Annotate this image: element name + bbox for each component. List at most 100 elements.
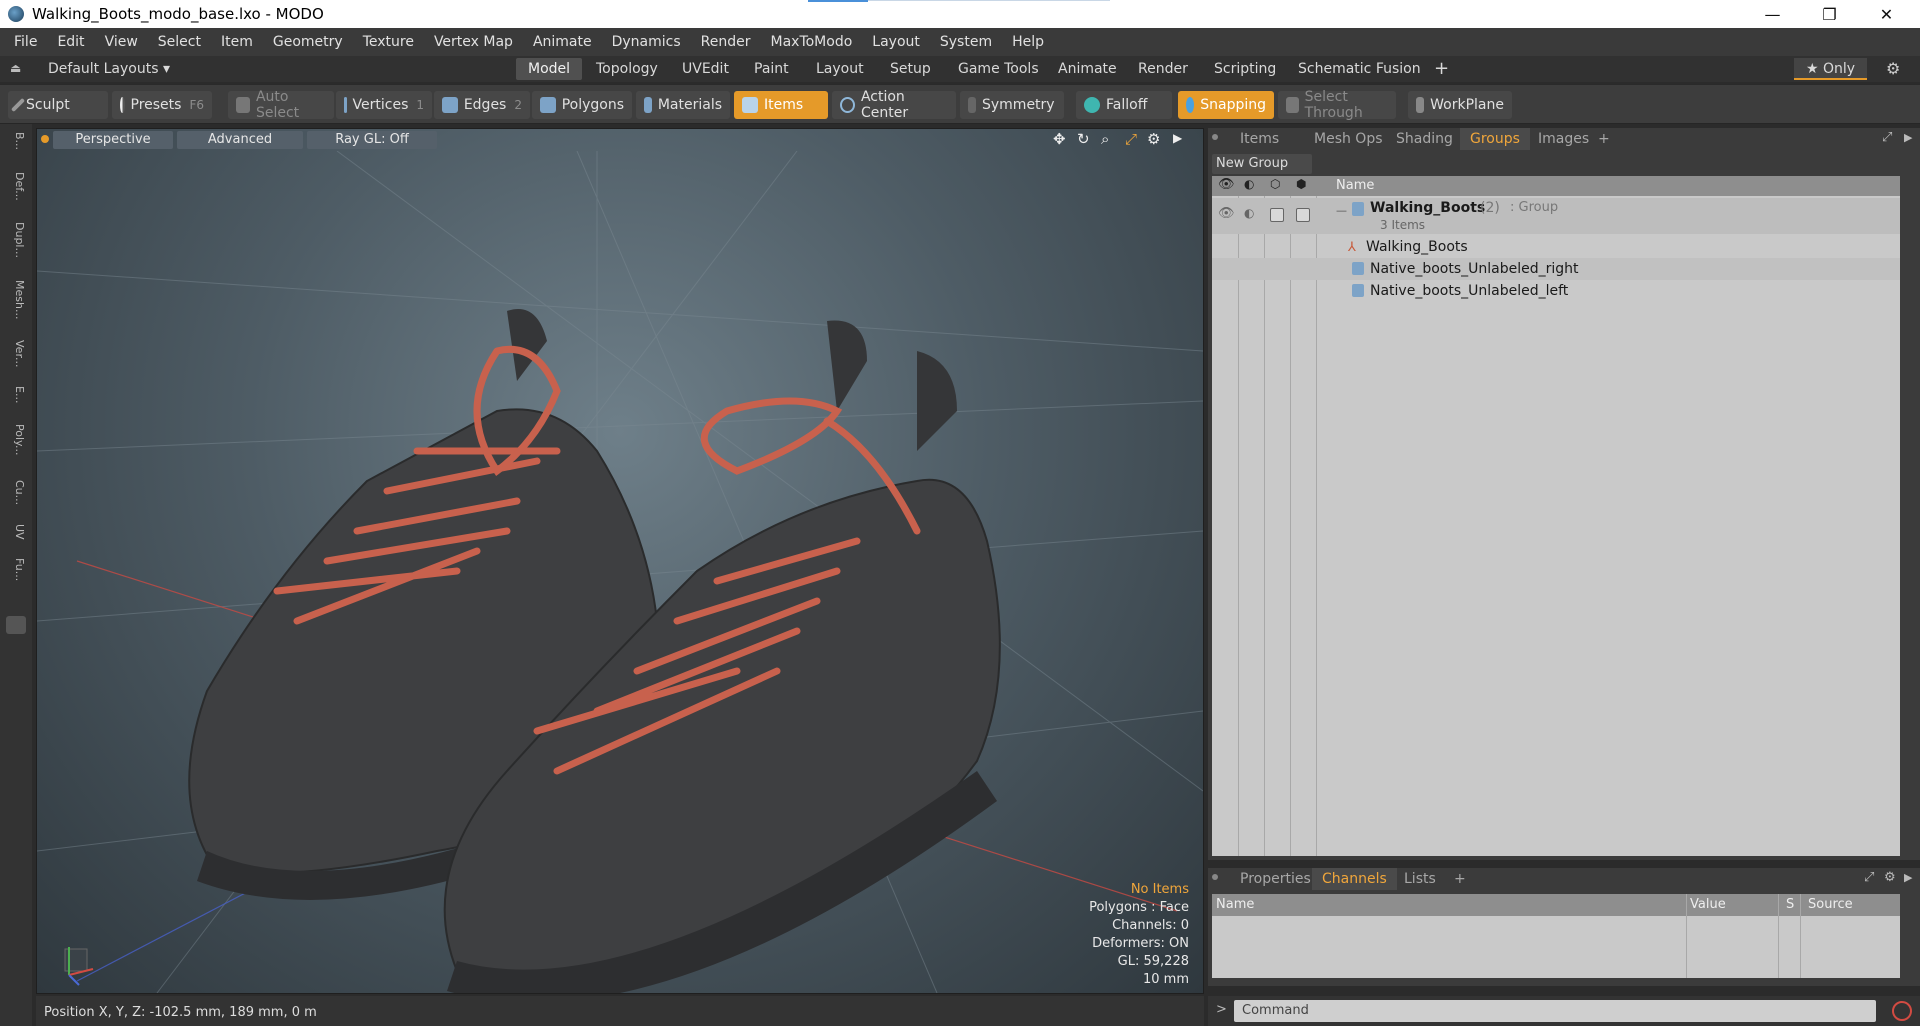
tab-schematic-fusion[interactable]: Schematic Fusion bbox=[1286, 58, 1433, 80]
zoom-icon[interactable]: ⌕ bbox=[1101, 130, 1109, 148]
tab-mesh-ops[interactable]: Mesh Ops bbox=[1304, 128, 1393, 150]
tab-animate[interactable]: Animate bbox=[1046, 58, 1129, 80]
menu-maxtomodo[interactable]: MaxToModo bbox=[771, 34, 853, 50]
only-toggle[interactable]: ★ Only bbox=[1794, 58, 1868, 80]
render-toggle-icon[interactable]: ◐ bbox=[1244, 206, 1254, 220]
strip-tab-basic[interactable]: B... bbox=[4, 132, 26, 150]
menu-edit[interactable]: Edit bbox=[57, 34, 84, 50]
items-button[interactable]: Items bbox=[734, 91, 828, 119]
workplane-button[interactable]: WorkPlane bbox=[1408, 91, 1512, 119]
select-checkbox[interactable] bbox=[1296, 208, 1310, 222]
perspective-dropdown[interactable]: Perspective bbox=[53, 131, 173, 149]
tab-items[interactable]: Items bbox=[1230, 128, 1289, 150]
vertices-button[interactable]: Vertices 1 bbox=[336, 91, 432, 119]
menu-item[interactable]: Item bbox=[221, 34, 253, 50]
default-layouts-dropdown[interactable]: Default Layouts ▾ bbox=[36, 58, 182, 80]
lock-checkbox[interactable] bbox=[1270, 208, 1284, 222]
menu-texture[interactable]: Texture bbox=[363, 34, 414, 50]
add-panel-tab-button[interactable]: + bbox=[1588, 128, 1620, 150]
tab-render[interactable]: Render bbox=[1126, 58, 1200, 80]
lock-header-icon[interactable]: ⬡ bbox=[1270, 177, 1280, 191]
auto-select-button[interactable]: Auto Select bbox=[228, 89, 334, 121]
menu-render[interactable]: Render bbox=[701, 34, 751, 50]
panel-menu-icon[interactable] bbox=[1212, 874, 1218, 880]
tab-shading[interactable]: Shading bbox=[1386, 128, 1463, 150]
strip-tab-fusion[interactable]: Fu... bbox=[4, 558, 26, 581]
menu-dynamics[interactable]: Dynamics bbox=[612, 34, 681, 50]
tab-uvedit[interactable]: UVEdit bbox=[670, 58, 741, 80]
panel-arrow-icon[interactable]: ▶ bbox=[1904, 871, 1912, 884]
tab-model[interactable]: Model bbox=[516, 58, 583, 80]
menu-view[interactable]: View bbox=[105, 34, 138, 50]
col-name[interactable]: Name bbox=[1216, 897, 1254, 912]
strip-tab-edge[interactable]: E... bbox=[4, 386, 26, 403]
tab-scripting[interactable]: Scripting bbox=[1202, 58, 1288, 80]
strip-tab-duplicate[interactable]: Dupl... bbox=[4, 222, 26, 258]
materials-button[interactable]: Materials bbox=[636, 91, 730, 119]
tab-paint[interactable]: Paint bbox=[742, 58, 801, 80]
new-group-button[interactable]: New Group bbox=[1212, 154, 1312, 174]
collapse-toggle-icon[interactable]: — bbox=[1336, 204, 1347, 217]
panel-menu-icon[interactable] bbox=[1212, 134, 1218, 140]
tab-layout[interactable]: Layout bbox=[804, 58, 876, 80]
strip-tab-deform[interactable]: Def... bbox=[4, 172, 26, 201]
tab-channels[interactable]: Channels bbox=[1312, 868, 1397, 890]
action-center-button[interactable]: Action Center bbox=[832, 89, 956, 121]
viewport-menu-icon[interactable] bbox=[41, 135, 49, 143]
menu-file[interactable]: File bbox=[14, 34, 37, 50]
viewport-settings-icon[interactable]: ⚙ bbox=[1147, 130, 1160, 148]
strip-tab-uv[interactable]: UV bbox=[4, 524, 26, 540]
advanced-dropdown[interactable]: Advanced bbox=[177, 131, 303, 149]
tab-game-tools[interactable]: Game Tools bbox=[946, 58, 1051, 80]
visibility-eye-icon[interactable]: 👁 bbox=[1218, 206, 1235, 221]
falloff-button[interactable]: Falloff bbox=[1076, 91, 1172, 119]
record-icon[interactable] bbox=[1892, 1001, 1912, 1021]
panel-maximize-icon[interactable]: ⤢ bbox=[1882, 130, 1892, 145]
layout-collapse-icon[interactable]: ⏏ bbox=[10, 61, 21, 75]
panel-settings-icon[interactable]: ⚙ bbox=[1884, 870, 1896, 885]
groups-scrollbar[interactable] bbox=[1904, 176, 1916, 856]
render-header-icon[interactable]: ◐ bbox=[1244, 177, 1254, 191]
command-input[interactable]: Command bbox=[1234, 1000, 1876, 1022]
edges-button[interactable]: Edges 2 bbox=[434, 91, 530, 119]
col-value[interactable]: Value bbox=[1690, 897, 1726, 912]
col-source[interactable]: Source bbox=[1808, 897, 1853, 912]
menu-animate[interactable]: Animate bbox=[533, 34, 592, 50]
pan-icon[interactable]: ✥ bbox=[1053, 130, 1066, 148]
tab-lists[interactable]: Lists bbox=[1394, 868, 1446, 890]
add-panel-tab-button[interactable]: + bbox=[1444, 868, 1476, 890]
fit-icon[interactable]: ⤢ bbox=[1125, 130, 1137, 148]
tree-item-mesh-right[interactable]: Native_boots_Unlabeled_right bbox=[1212, 258, 1900, 280]
strip-tab-curve[interactable]: Cu... bbox=[4, 480, 26, 505]
polygons-button[interactable]: Polygons bbox=[532, 91, 632, 119]
strip-tab-polygon[interactable]: Poly... bbox=[4, 424, 26, 455]
menu-vertex-map[interactable]: Vertex Map bbox=[434, 34, 513, 50]
menu-help[interactable]: Help bbox=[1012, 34, 1044, 50]
raygl-dropdown[interactable]: Ray GL: Off bbox=[307, 131, 437, 149]
tab-setup[interactable]: Setup bbox=[878, 58, 943, 80]
snapping-button[interactable]: Snapping bbox=[1178, 91, 1274, 119]
menu-select[interactable]: Select bbox=[158, 34, 201, 50]
panel-maximize-icon[interactable]: ⤢ bbox=[1864, 870, 1874, 885]
select-through-button[interactable]: Select Through bbox=[1278, 89, 1396, 121]
3d-viewport[interactable]: Perspective Advanced Ray GL: Off ✥ ↻ ⌕ ⤢… bbox=[36, 128, 1204, 994]
minimize-button[interactable]: — bbox=[1744, 0, 1801, 28]
rotate-icon[interactable]: ↻ bbox=[1077, 130, 1090, 148]
add-layout-tab-button[interactable]: + bbox=[1422, 58, 1461, 80]
tab-topology[interactable]: Topology bbox=[584, 58, 670, 80]
col-s[interactable]: S bbox=[1786, 897, 1794, 912]
presets-button[interactable]: Presets F6 bbox=[112, 91, 212, 119]
tab-groups[interactable]: Groups bbox=[1460, 128, 1530, 150]
panel-arrow-icon[interactable]: ▶ bbox=[1904, 131, 1912, 144]
sculpt-button[interactable]: Sculpt bbox=[8, 91, 108, 119]
select-header-icon[interactable]: ⬢ bbox=[1296, 177, 1306, 191]
strip-tab-mesh-edit[interactable]: Mesh... bbox=[4, 280, 26, 319]
strip-expand-button[interactable] bbox=[6, 616, 26, 634]
menu-layout[interactable]: Layout bbox=[872, 34, 920, 50]
viewport-expand-icon[interactable]: ▶ bbox=[1173, 131, 1182, 145]
tree-item-locator[interactable]: ⅄ Walking_Boots bbox=[1212, 236, 1900, 258]
restore-button[interactable]: ❐ bbox=[1801, 0, 1858, 28]
tree-item-mesh-left[interactable]: Native_boots_Unlabeled_left bbox=[1212, 280, 1900, 302]
strip-tab-vertex[interactable]: Ver... bbox=[4, 340, 26, 367]
menu-system[interactable]: System bbox=[940, 34, 992, 50]
